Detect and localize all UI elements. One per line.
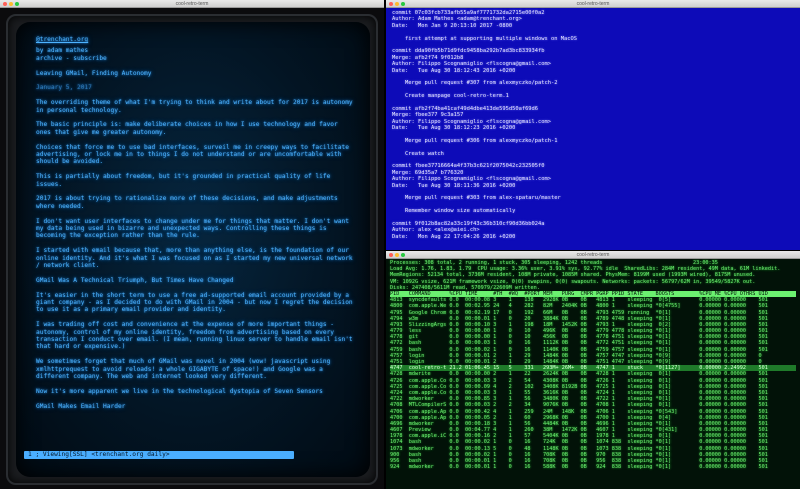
paragraph: The basic principle is: make deliberate … bbox=[36, 121, 338, 136]
crt-screen[interactable]: @trenchant.org by adam mathes archive - … bbox=[16, 22, 370, 477]
process-row[interactable]: 4726 com.apple.Co 0.0 00:00.03 3 2 54 43… bbox=[390, 378, 796, 384]
paragraph: I was trading off cost and convenience a… bbox=[36, 321, 353, 351]
process-row[interactable]: 1073 mdworker 0.0 00:00.13 5 0 48 1148K … bbox=[390, 446, 796, 452]
summary-line: VM: 1092G vsize, 621M framework vsize, 0… bbox=[390, 278, 756, 285]
system-summary: Processes: 308 total, 2 running, 1 stuck… bbox=[390, 260, 796, 291]
byline: by adam mathes bbox=[36, 47, 89, 55]
paragraph: I don't want user interfaces to change u… bbox=[36, 217, 349, 240]
paragraph: I started with email because that, more … bbox=[36, 247, 353, 270]
close-window-button[interactable] bbox=[389, 2, 393, 6]
paragraph: This is partially about freedom, but it'… bbox=[36, 173, 331, 188]
paragraph: It's easier in the short term to use a f… bbox=[36, 291, 353, 314]
terminal-line: Date: Mon Aug 22 17:04:26 2016 +0200 bbox=[392, 233, 516, 240]
process-row[interactable]: 4800 com.apple.We 0.0 00:02.95 24 4 282 … bbox=[390, 303, 796, 309]
process-row[interactable]: 1074 bash 0.0 00:00.02 1 0 16 724K 0B 0B… bbox=[390, 439, 796, 445]
process-row[interactable]: 4759 bash 0.0 00:00.02 1 0 16 1140K 0B 0… bbox=[390, 347, 796, 353]
process-row[interactable]: 924 mdworker 0.0 00:00.01 1 0 16 588K 0B… bbox=[390, 464, 796, 470]
window-title: cool-retro-term bbox=[576, 252, 610, 258]
process-row[interactable]: 4728 mdwrite 0.0 00:00.00 2 1 22 2624K 0… bbox=[390, 371, 796, 377]
minimize-window-button[interactable] bbox=[395, 253, 399, 257]
window-title: cool-retro-term bbox=[175, 1, 209, 7]
process-table: 4813 syncdefaults 0.0 00:00.08 3 1 138 2… bbox=[390, 297, 796, 470]
paragraph: Now it's more apparent we live in the te… bbox=[36, 387, 323, 395]
zoom-window-button[interactable] bbox=[401, 2, 405, 6]
section-heading: GMail Makes Email Harder bbox=[36, 402, 126, 410]
summary-line: MemRegions: 52134 total, 3736M resident,… bbox=[390, 272, 756, 279]
w3m-status-bar: 1 ; Viewing[SSL] <trenchant.org daily> bbox=[24, 451, 294, 459]
close-window-button[interactable] bbox=[389, 253, 393, 257]
paragraph: We sometimes forget that much of GMail w… bbox=[36, 358, 331, 381]
window-title: cool-retro-term bbox=[576, 1, 610, 7]
archive-links[interactable]: archive - subscribe bbox=[36, 55, 356, 62]
minimize-window-button[interactable] bbox=[395, 2, 399, 6]
process-monitor-terminal-window[interactable]: cool-retro-term Processes: 308 total, 2 … bbox=[386, 251, 800, 489]
paragraph: 2017 is about trying to rationalize more… bbox=[36, 195, 338, 210]
close-window-button[interactable] bbox=[3, 2, 7, 6]
window-titlebar[interactable]: cool-retro-term bbox=[386, 251, 800, 259]
process-row[interactable]: 4772 bash 0.0 00:00.03 1 0 16 1112K 0B 0… bbox=[390, 340, 796, 346]
git-log-output[interactable]: commit 07c03fcb733afb55a9af7771732da2715… bbox=[386, 8, 800, 242]
process-row[interactable]: 4700 com.apple.Ap 0.0 00:00.05 2 1 60 29… bbox=[390, 415, 796, 421]
paragraph: Choices that force me to use bad interfa… bbox=[36, 143, 349, 166]
window-titlebar[interactable]: cool-retro-term bbox=[0, 0, 384, 8]
post-title: Leaving GMail, Finding Autonomy bbox=[36, 69, 152, 77]
zoom-window-button[interactable] bbox=[15, 2, 19, 6]
paragraph: The overriding theme of what I'm trying … bbox=[36, 99, 353, 114]
process-row[interactable]: 4794 w3m 0.0 00:00.01 1 0 20 3884K 0B 0B… bbox=[390, 316, 796, 322]
site-link[interactable]: @trenchant.org bbox=[36, 36, 88, 43]
section-heading: GMail Was A Technical Triumph, But Times… bbox=[36, 276, 234, 284]
minimize-window-button[interactable] bbox=[9, 2, 13, 6]
retro-terminal-window[interactable]: cool-retro-term @trenchant.org by adam m… bbox=[0, 0, 384, 489]
git-log-terminal-window[interactable]: cool-retro-term commit 07c03fcb733afb55a… bbox=[386, 0, 800, 250]
zoom-window-button[interactable] bbox=[401, 253, 405, 257]
post-date: January 5, 2017 bbox=[36, 84, 92, 92]
process-monitor-output[interactable]: Processes: 308 total, 2 running, 1 stuck… bbox=[386, 259, 800, 471]
process-row[interactable]: 4706 com.apple.Ap 0.0 00:00.42 4 1 259 2… bbox=[390, 409, 796, 415]
window-titlebar[interactable]: cool-retro-term bbox=[386, 0, 800, 8]
process-row[interactable]: 4708 MTLCompilerS 0.0 00:00.03 2 2 34 90… bbox=[390, 402, 796, 408]
process-row[interactable]: 4795 Google Chrom 0.0 00:02.19 17 0 192 … bbox=[390, 310, 796, 316]
